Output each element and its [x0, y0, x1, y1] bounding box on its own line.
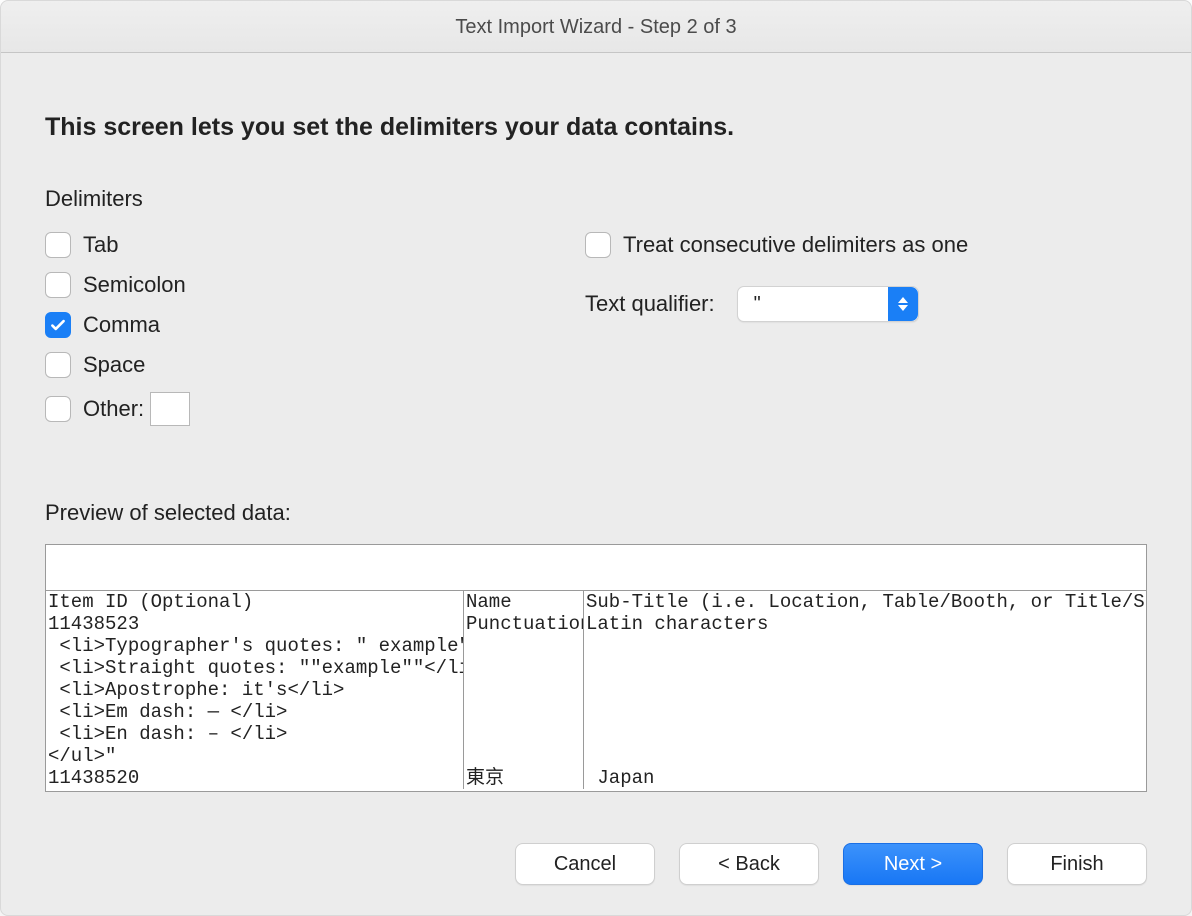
qualifier-label: Text qualifier:	[585, 291, 715, 317]
preview-cell	[584, 635, 1146, 657]
delimiter-other-label: Other:	[83, 396, 144, 422]
preview-cell	[584, 657, 1146, 679]
preview-cell: <li>Em dash: — </li>	[46, 701, 463, 723]
cancel-button[interactable]: Cancel	[515, 843, 655, 885]
wizard-body: This screen lets you set the delimiters …	[1, 53, 1191, 915]
delimiters-label: Delimiters	[45, 186, 1147, 212]
delimiter-tab-label: Tab	[83, 232, 118, 258]
delimiter-semicolon-row[interactable]: Semicolon	[45, 272, 585, 298]
preview-ruler	[46, 545, 1146, 591]
delimiter-other-row[interactable]: Other:	[45, 392, 585, 426]
preview-cell: <li>Apostrophe: it's</li>	[46, 679, 463, 701]
preview-column-header: Item ID (Optional)	[46, 591, 463, 613]
delimiter-tab-checkbox[interactable]	[45, 232, 71, 258]
preview-cell: Japan	[584, 767, 1146, 789]
delimiter-comma-row[interactable]: Comma	[45, 312, 585, 338]
preview-cell	[464, 679, 583, 701]
preview-cell: </ul>"	[46, 745, 463, 767]
preview-cell	[464, 635, 583, 657]
preview-cell	[464, 657, 583, 679]
preview-grid: Item ID (Optional)11438523 <li>Typograph…	[46, 591, 1146, 789]
delimiter-comma-checkbox[interactable]	[45, 312, 71, 338]
qualifier-value: "	[754, 293, 761, 316]
button-row: Cancel < Back Next > Finish	[515, 843, 1147, 885]
preview-cell: 11438523	[46, 613, 463, 635]
qualifier-select[interactable]: "	[737, 286, 919, 322]
preview-cell: <li>Typographer's quotes: " example" </l…	[46, 635, 463, 657]
next-button[interactable]: Next >	[843, 843, 983, 885]
delimiter-comma-label: Comma	[83, 312, 160, 338]
preview-cell	[464, 745, 583, 767]
preview-cell: 11438520	[46, 767, 463, 789]
preview-box: Item ID (Optional)11438523 <li>Typograph…	[45, 544, 1147, 792]
preview-cell	[584, 723, 1146, 745]
window-title: Text Import Wizard - Step 2 of 3	[1, 1, 1191, 53]
preview-cell: 東京	[464, 767, 583, 789]
preview-label: Preview of selected data:	[45, 500, 1147, 526]
preview-column-header: Name	[464, 591, 583, 613]
delimiter-tab-row[interactable]: Tab	[45, 232, 585, 258]
page-heading: This screen lets you set the delimiters …	[45, 113, 1147, 142]
delimiter-other-input[interactable]	[150, 392, 190, 426]
preview-cell	[584, 745, 1146, 767]
preview-column: Sub-Title (i.e. Location, Table/Booth, o…	[584, 591, 1146, 789]
preview-column: NamePunctuation 東京	[464, 591, 584, 789]
consecutive-label: Treat consecutive delimiters as one	[623, 232, 968, 258]
delimiter-space-row[interactable]: Space	[45, 352, 585, 378]
preview-cell: Punctuation	[464, 613, 583, 635]
delimiter-semicolon-checkbox[interactable]	[45, 272, 71, 298]
wizard-window: Text Import Wizard - Step 2 of 3 This sc…	[0, 0, 1192, 916]
consecutive-row[interactable]: Treat consecutive delimiters as one	[585, 232, 1147, 258]
preview-cell: <li>En dash: – </li>	[46, 723, 463, 745]
preview-cell	[584, 701, 1146, 723]
back-button[interactable]: < Back	[679, 843, 819, 885]
preview-column-header: Sub-Title (i.e. Location, Table/Booth, o…	[584, 591, 1146, 613]
preview-column: Item ID (Optional)11438523 <li>Typograph…	[46, 591, 464, 789]
delimiter-space-label: Space	[83, 352, 145, 378]
preview-cell	[584, 679, 1146, 701]
delimiter-space-checkbox[interactable]	[45, 352, 71, 378]
preview-cell	[464, 701, 583, 723]
consecutive-checkbox[interactable]	[585, 232, 611, 258]
preview-cell	[464, 723, 583, 745]
delimiter-other-checkbox[interactable]	[45, 396, 71, 422]
chevron-up-down-icon[interactable]	[888, 287, 918, 321]
finish-button[interactable]: Finish	[1007, 843, 1147, 885]
preview-cell: <li>Straight quotes: ""example""</li>	[46, 657, 463, 679]
preview-cell: Latin characters	[584, 613, 1146, 635]
delimiter-semicolon-label: Semicolon	[83, 272, 186, 298]
